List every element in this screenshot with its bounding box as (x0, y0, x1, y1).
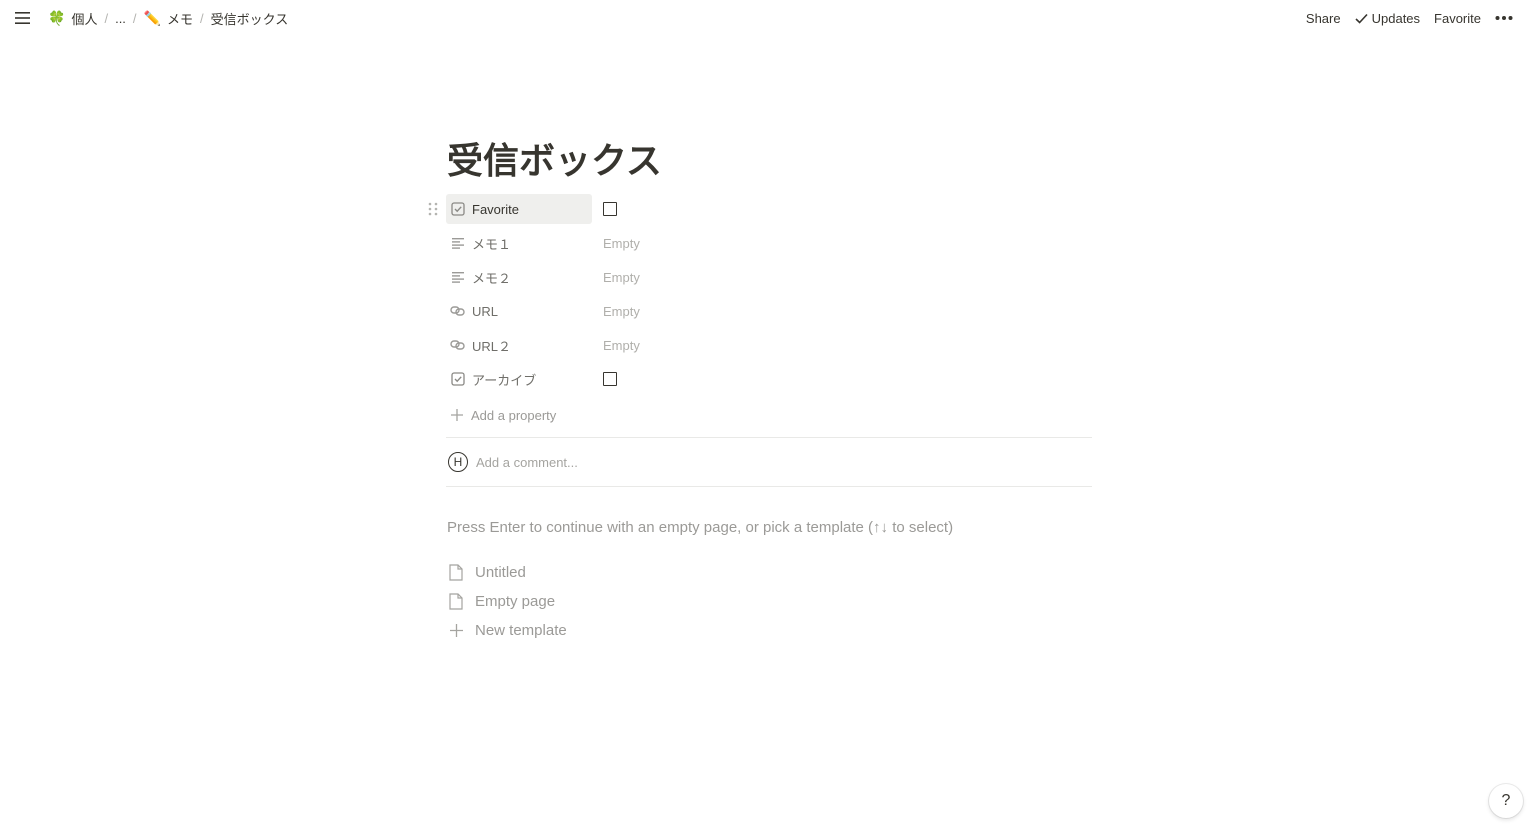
breadcrumb-separator: / (132, 10, 137, 26)
checkmark-icon (1355, 13, 1368, 24)
property-row-url2: URL２ Empty (446, 328, 1092, 362)
help-button[interactable]: ? (1489, 784, 1523, 818)
breadcrumb-item-inbox[interactable]: 受信ボックス (207, 7, 293, 30)
property-row-memo1: メモ１ Empty (446, 226, 1092, 260)
property-label: メモ２ (472, 270, 512, 286)
breadcrumb-item-ellipsis[interactable]: ... (111, 9, 130, 28)
property-value-archive[interactable] (602, 364, 617, 394)
property-value-memo1[interactable]: Empty (602, 228, 640, 258)
template-label: Untitled (475, 564, 526, 581)
template-list: Untitled Empty page New template (446, 558, 1092, 645)
page-icon (447, 593, 465, 611)
template-label: Empty page (475, 593, 556, 610)
updates-button[interactable]: Updates (1348, 8, 1427, 29)
property-name-archive[interactable]: アーカイブ (446, 364, 592, 394)
page-title[interactable]: 受信ボックス (446, 136, 1092, 186)
property-label: URL２ (472, 338, 512, 354)
plus-icon (451, 409, 463, 421)
property-label: URL (472, 303, 499, 319)
breadcrumb-label: ... (115, 10, 126, 26)
sidebar-menu-icon[interactable] (10, 5, 36, 31)
add-property-button[interactable]: Add a property (446, 398, 1092, 432)
comment-input[interactable]: Add a comment... (476, 455, 578, 470)
property-name-favorite[interactable]: Favorite (446, 194, 592, 224)
checkbox-icon (450, 201, 466, 217)
new-template-button[interactable]: New template (446, 616, 1092, 645)
property-value-memo2[interactable]: Empty (602, 262, 640, 292)
breadcrumb-separator: / (200, 10, 204, 26)
link-icon (450, 337, 466, 353)
topbar: 🍀 個人 / ... / ✏️ メモ / 受信ボックス Share Update… (0, 0, 1536, 36)
property-label: メモ１ (472, 236, 512, 252)
clover-icon: 🍀 (48, 9, 66, 26)
add-property-label: Add a property (471, 407, 557, 423)
breadcrumb-separator: / (104, 10, 109, 26)
page-content: 受信ボックス Favorite メモ１ Empty メモ２ Empty URL … (428, 136, 1092, 645)
breadcrumb-label: メモ (166, 11, 193, 27)
share-button[interactable]: Share (1299, 8, 1348, 29)
avatar: H (448, 452, 468, 472)
pencil-icon: ✏️ (143, 9, 161, 26)
property-name-memo2[interactable]: メモ２ (446, 262, 592, 292)
property-label: アーカイブ (472, 372, 537, 388)
breadcrumb: 🍀 個人 / ... / ✏️ メモ / 受信ボックス (10, 5, 292, 31)
favorite-checkbox[interactable] (603, 202, 617, 216)
breadcrumb-item-personal[interactable]: 🍀 個人 (44, 7, 101, 30)
link-icon (450, 303, 466, 319)
text-icon (450, 235, 466, 251)
comment-row: H Add a comment... (446, 438, 1092, 486)
divider (446, 486, 1092, 487)
topbar-actions: Share Updates Favorite (1299, 8, 1524, 29)
more-options-icon[interactable] (1488, 12, 1524, 24)
property-list: Favorite メモ１ Empty メモ２ Empty URL Empty U… (428, 192, 1092, 432)
property-name-url[interactable]: URL (446, 296, 592, 326)
text-icon (450, 269, 466, 285)
favorite-button[interactable]: Favorite (1427, 8, 1488, 29)
property-value-favorite[interactable] (602, 194, 617, 224)
template-hint: Press Enter to continue with an empty pa… (447, 519, 954, 536)
property-value-url[interactable]: Empty (602, 296, 640, 326)
breadcrumb-label: 個人 (71, 11, 98, 27)
property-name-memo1[interactable]: メモ１ (446, 228, 592, 258)
property-label: Favorite (472, 201, 519, 217)
property-row-memo2: メモ２ Empty (446, 260, 1092, 294)
property-row-url: URL Empty (446, 294, 1092, 328)
property-row-favorite: Favorite (428, 192, 1092, 226)
drag-handle-icon[interactable] (427, 201, 439, 217)
plus-icon (447, 622, 465, 640)
template-label: New template (475, 622, 567, 639)
property-value-url2[interactable]: Empty (602, 330, 640, 360)
property-name-url2[interactable]: URL２ (446, 330, 592, 360)
checkbox-icon (450, 371, 466, 387)
template-item-empty-page[interactable]: Empty page (446, 587, 1092, 616)
template-item-untitled[interactable]: Untitled (446, 558, 1092, 587)
archive-checkbox[interactable] (603, 372, 617, 386)
page-icon (447, 564, 465, 582)
updates-label: Updates (1371, 10, 1421, 26)
breadcrumb-label: 受信ボックス (210, 11, 289, 27)
property-row-archive: アーカイブ (446, 362, 1092, 396)
breadcrumb-item-memo[interactable]: ✏️ メモ (140, 7, 197, 30)
